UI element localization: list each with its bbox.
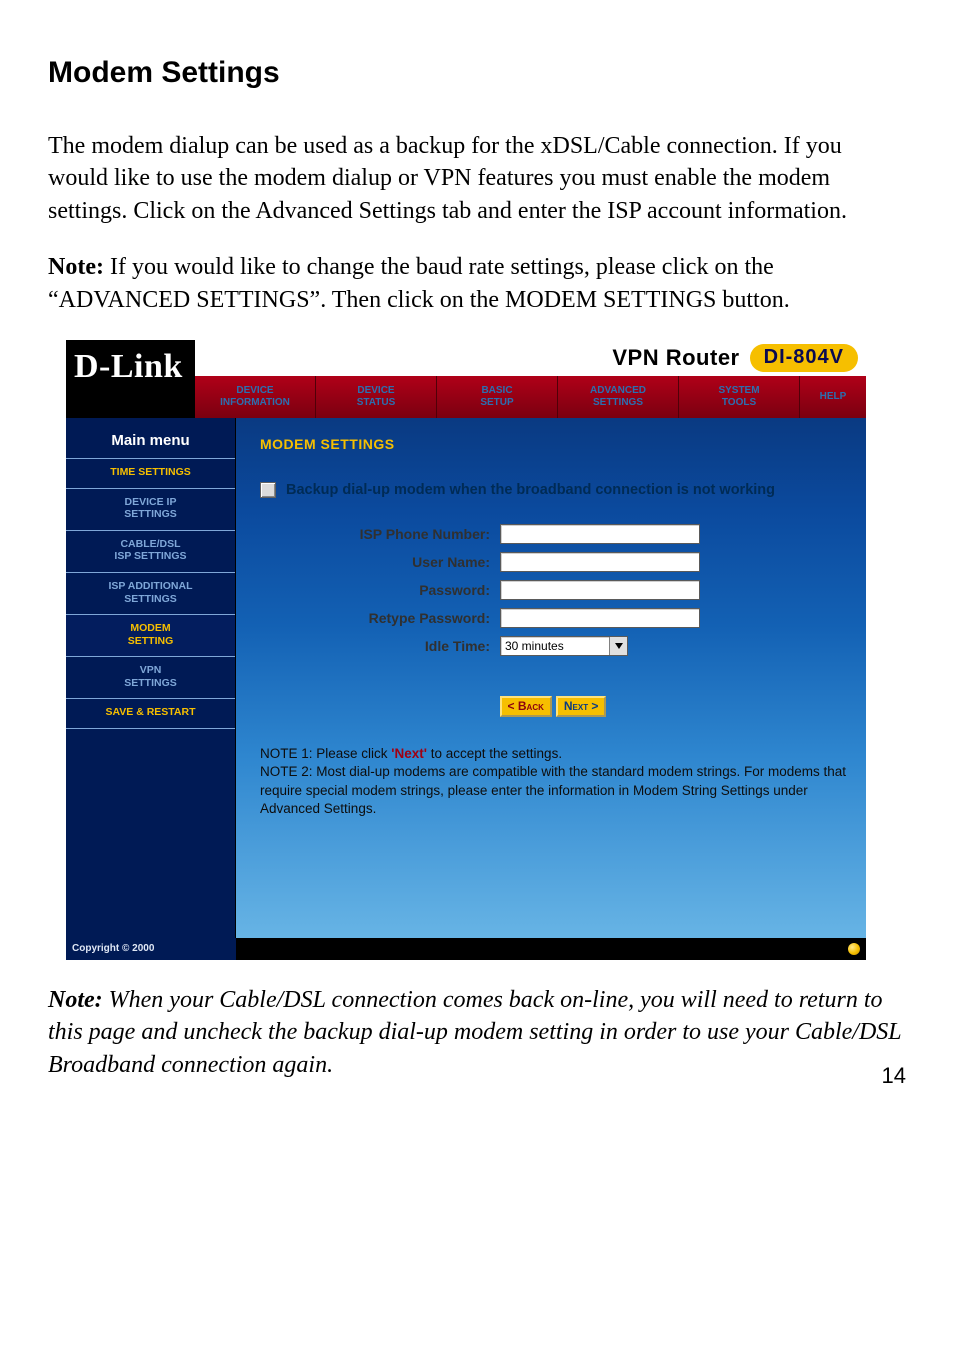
- panel-title: MODEM SETTINGS: [260, 436, 846, 452]
- sidebar-item-save-restart[interactable]: SAVE & RESTART: [66, 698, 235, 729]
- page-number: 14: [882, 1063, 906, 1089]
- sidebar-item-device-ip-settings[interactable]: DEVICE IPSETTINGS: [66, 488, 235, 531]
- note1-pre: NOTE 1: Please click: [260, 746, 391, 761]
- backup-modem-checkbox[interactable]: [260, 482, 276, 498]
- product-bar: VPN Router DI-804V: [195, 340, 866, 376]
- tab-system-tools[interactable]: SYSTEM TOOLS: [679, 376, 800, 418]
- sidebar-item-vpn-settings[interactable]: VPNSETTINGS: [66, 656, 235, 699]
- user-name-label: User Name:: [260, 554, 500, 570]
- next-button[interactable]: Next >: [556, 696, 607, 717]
- model-badge: DI-804V: [750, 344, 858, 372]
- tab-basic-setup[interactable]: BASIC SETUP: [437, 376, 558, 418]
- note-paragraph: Note: If you would like to change the ba…: [48, 251, 906, 316]
- tab-advanced-settings[interactable]: ADVANCED SETTINGS: [558, 376, 679, 418]
- bottom-note-body: When your Cable/DSL connection comes bac…: [48, 987, 901, 1078]
- isp-phone-input[interactable]: [500, 524, 700, 544]
- intro-paragraph: The modem dialup can be used as a backup…: [48, 130, 906, 227]
- copyright: Copyright © 2000: [66, 938, 236, 960]
- note-body: If you would like to change the baud rat…: [48, 254, 790, 312]
- sidebar-item-cable-dsl-isp-settings[interactable]: CABLE/DSLISP SETTINGS: [66, 530, 235, 573]
- tab-help[interactable]: HELP: [800, 376, 866, 418]
- product-title: VPN Router: [612, 345, 739, 371]
- password-label: Password:: [260, 582, 500, 598]
- tab-bar: DEVICE INFORMATION DEVICE STATUS BASIC S…: [195, 376, 866, 418]
- sidebar-item-time-settings[interactable]: TIME SETTINGS: [66, 458, 235, 489]
- sidebar-item-modem-setting[interactable]: MODEMSETTING: [66, 614, 235, 657]
- logo: D-Link: [66, 340, 195, 418]
- note1-next-word: 'Next': [391, 746, 427, 761]
- user-name-input[interactable]: [500, 552, 700, 572]
- content-panel: MODEM SETTINGS Backup dial-up modem when…: [236, 418, 866, 938]
- tab-device-information[interactable]: DEVICE INFORMATION: [195, 376, 316, 418]
- sidebar-item-isp-additional-settings[interactable]: ISP ADDITIONALSETTINGS: [66, 572, 235, 615]
- retype-password-input[interactable]: [500, 608, 700, 628]
- logo-text: D-Link: [74, 348, 183, 386]
- idle-time-label: Idle Time:: [260, 638, 500, 654]
- idle-time-value: 30 minutes: [505, 639, 564, 653]
- idle-time-select[interactable]: 30 minutes: [500, 636, 628, 656]
- sidebar: Main menu TIME SETTINGS DEVICE IPSETTING…: [66, 418, 236, 938]
- page-title: Modem Settings: [48, 56, 906, 90]
- retype-password-label: Retype Password:: [260, 610, 500, 626]
- sidebar-heading: Main menu: [66, 418, 235, 459]
- note2-text: NOTE 2: Most dial-up modems are compatib…: [260, 763, 846, 818]
- bottom-note: Note: When your Cable/DSL connection com…: [48, 984, 906, 1081]
- router-header: D-Link VPN Router DI-804V DEVICE INFORMA…: [66, 340, 866, 418]
- chevron-down-icon: [609, 637, 627, 655]
- router-ui: D-Link VPN Router DI-804V DEVICE INFORMA…: [66, 340, 866, 960]
- note-label: Note:: [48, 254, 104, 280]
- panel-notes: NOTE 1: Please click 'Next' to accept th…: [260, 745, 846, 818]
- tab-device-status[interactable]: DEVICE STATUS: [316, 376, 437, 418]
- back-button[interactable]: < Back: [500, 696, 552, 717]
- isp-phone-label: ISP Phone Number:: [260, 526, 500, 542]
- backup-modem-checkbox-label: Backup dial-up modem when the broadband …: [286, 480, 775, 500]
- password-input[interactable]: [500, 580, 700, 600]
- bottom-note-label: Note:: [48, 987, 103, 1013]
- status-dot-icon: [848, 943, 860, 955]
- footer-strip: [236, 938, 866, 960]
- note1-post: to accept the settings.: [427, 746, 562, 761]
